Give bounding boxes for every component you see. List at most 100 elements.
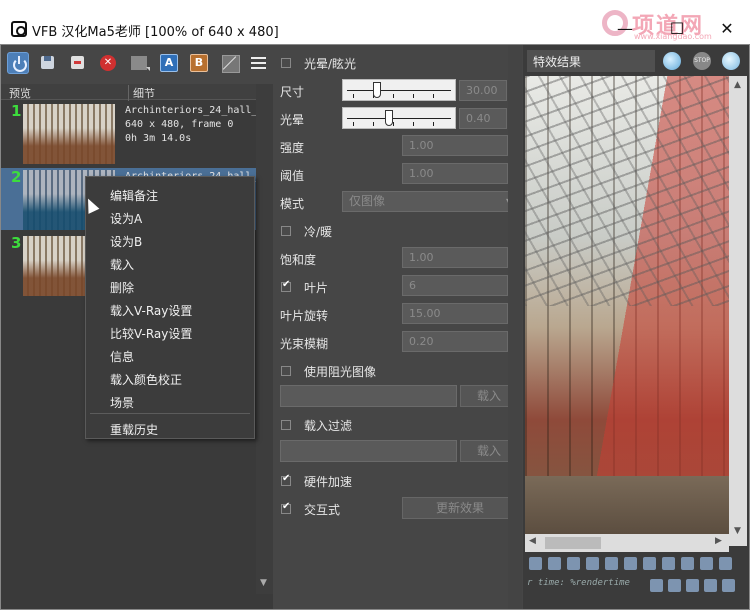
hw-accel-checkbox[interactable]: [281, 473, 291, 486]
menu-icon[interactable]: [248, 52, 270, 74]
clear-icon[interactable]: [97, 52, 119, 74]
image-icon[interactable]: [700, 557, 713, 570]
update-effect-button[interactable]: 更新效果: [402, 497, 518, 519]
preview-vertical-scrollbar[interactable]: ▲ ▼: [729, 76, 747, 546]
mode-select[interactable]: 仅图像: [342, 191, 518, 212]
histogram-icon[interactable]: [624, 557, 637, 570]
menu-item-set-a[interactable]: 设为A: [110, 210, 142, 227]
vfb-main: A B 预览 细节 1 Archinteriors_24_hall_ 640 x…: [1, 44, 749, 609]
close-button[interactable]: ✕: [712, 14, 742, 44]
preview-horizontal-scrollbar[interactable]: ◀ ▶: [525, 534, 729, 552]
compare-icon[interactable]: [219, 52, 241, 74]
settings-scrollbar[interactable]: [508, 44, 522, 609]
channel-icon[interactable]: [128, 52, 154, 74]
history-item-number: 2: [11, 168, 22, 186]
maximize-button[interactable]: ☐: [662, 14, 692, 44]
cold-warm-label: 冷/暖: [304, 225, 333, 239]
menu-item-edit-note[interactable]: 编辑备注: [110, 187, 158, 204]
blades-field[interactable]: 6: [402, 275, 508, 296]
menu-item-load-vray-settings[interactable]: 载入V-Ray设置: [110, 302, 192, 319]
menu-item-delete[interactable]: 删除: [110, 279, 134, 296]
preview-panel: 特效结果 STOP ▲ ▼ ◀ ▶ r time: %rendertime: [523, 44, 749, 609]
size-slider[interactable]: [342, 79, 456, 101]
power-icon[interactable]: [7, 52, 29, 74]
interactive-label: 交互式: [304, 503, 341, 517]
horizontal-scroll-thumb[interactable]: [545, 537, 601, 549]
scroll-left-icon[interactable]: ◀: [529, 536, 536, 546]
scroll-down-icon[interactable]: ▼: [734, 526, 741, 536]
layers-icon[interactable]: [548, 557, 561, 570]
glare-checkbox[interactable]: [281, 58, 291, 68]
menu-separator: [90, 413, 250, 414]
channel-icon[interactable]: [586, 557, 599, 570]
history-item-number: 1: [11, 102, 22, 120]
palette-icon[interactable]: [605, 557, 618, 570]
saturation-label: 饱和度: [280, 253, 317, 267]
list-icon[interactable]: [686, 579, 699, 592]
column-preview[interactable]: 预览: [9, 85, 31, 101]
minimize-button[interactable]: —: [610, 14, 640, 44]
intensity-field[interactable]: 1.00: [402, 135, 508, 156]
gear-icon[interactable]: [681, 557, 694, 570]
threshold-label: 阈值: [280, 169, 305, 183]
bloom-field[interactable]: 0.40: [459, 108, 507, 129]
set-b-icon[interactable]: B: [190, 54, 208, 72]
flower-icon[interactable]: [662, 557, 675, 570]
render-teapot-icon[interactable]: [663, 52, 681, 70]
color-icon[interactable]: [567, 557, 580, 570]
history-item-number: 3: [11, 234, 22, 252]
blade-rotation-field[interactable]: 15.00: [402, 303, 508, 324]
toolbar: A B: [1, 44, 273, 84]
scroll-up-icon[interactable]: ▲: [734, 80, 741, 90]
menu-item-info[interactable]: 信息: [110, 348, 134, 365]
font-icon[interactable]: [722, 579, 735, 592]
stamp-icon[interactable]: [650, 579, 663, 592]
blades-checkbox[interactable]: [281, 279, 291, 292]
preview-header: 特效结果 STOP: [523, 50, 749, 72]
load-icon[interactable]: [67, 52, 89, 74]
scroll-right-icon[interactable]: ▶: [715, 536, 722, 546]
scroll-down-icon[interactable]: ▼: [260, 578, 267, 588]
load-filter-checkbox[interactable]: [281, 420, 291, 430]
grid-icon[interactable]: [643, 557, 656, 570]
copy-icon[interactable]: [704, 579, 717, 592]
column-details[interactable]: 细节: [128, 85, 155, 101]
refresh-icon[interactable]: [719, 557, 732, 570]
lens-effects-settings: 光晕/眩光 尺寸 30.00 光晕 0.40 强度 1.00 阈值 1.00 模…: [273, 44, 523, 609]
history-scrollbar[interactable]: ▼: [256, 84, 273, 594]
bloom-label: 光晕: [280, 113, 305, 127]
preview-title: 特效结果: [533, 55, 582, 69]
menu-item-scene[interactable]: 场景: [110, 394, 134, 411]
size-label: 尺寸: [280, 85, 305, 99]
menu-item-reload-history[interactable]: 重载历史: [110, 421, 158, 438]
beam-blur-field[interactable]: 0.20: [402, 331, 508, 352]
context-menu: 编辑备注 设为A 设为B 载入 删除 载入V-Ray设置 比较V-Ray设置 信…: [85, 176, 255, 439]
saturation-field[interactable]: 1.00: [402, 247, 508, 268]
preview-title-field: 特效结果: [527, 50, 655, 72]
interactive-checkbox[interactable]: [281, 501, 291, 514]
vray-app-icon: [11, 21, 27, 37]
menu-item-compare-vray-settings[interactable]: 比较V-Ray设置: [110, 325, 192, 342]
menu-item-load-color-correction[interactable]: 载入颜色校正: [110, 371, 182, 388]
render-image[interactable]: [525, 76, 729, 534]
stop-render-icon[interactable]: STOP: [693, 52, 711, 70]
history-item[interactable]: 1 Archinteriors_24_hall_ 640 x 480, fram…: [1, 102, 257, 164]
threshold-field[interactable]: 1.00: [402, 163, 508, 184]
save-icon[interactable]: [37, 52, 59, 74]
menu-item-set-b[interactable]: 设为B: [110, 233, 142, 250]
render-roof: [525, 76, 729, 306]
use-obstacle-checkbox[interactable]: [281, 366, 291, 376]
render-time-stamp: r time: %rendertime: [527, 578, 630, 588]
size-field[interactable]: 30.00: [459, 80, 507, 101]
obstacle-image-path[interactable]: [280, 385, 457, 407]
percent-icon[interactable]: [668, 579, 681, 592]
cold-warm-checkbox[interactable]: [281, 226, 291, 236]
render-teapot-alt-icon[interactable]: [722, 52, 740, 70]
hw-accel-label: 硬件加速: [304, 475, 353, 489]
filter-path[interactable]: [280, 440, 457, 462]
display-icon[interactable]: [529, 557, 542, 570]
intensity-label: 强度: [280, 141, 305, 155]
bloom-slider[interactable]: [342, 107, 456, 129]
set-a-icon[interactable]: A: [160, 54, 178, 72]
menu-item-load[interactable]: 载入: [110, 256, 134, 273]
